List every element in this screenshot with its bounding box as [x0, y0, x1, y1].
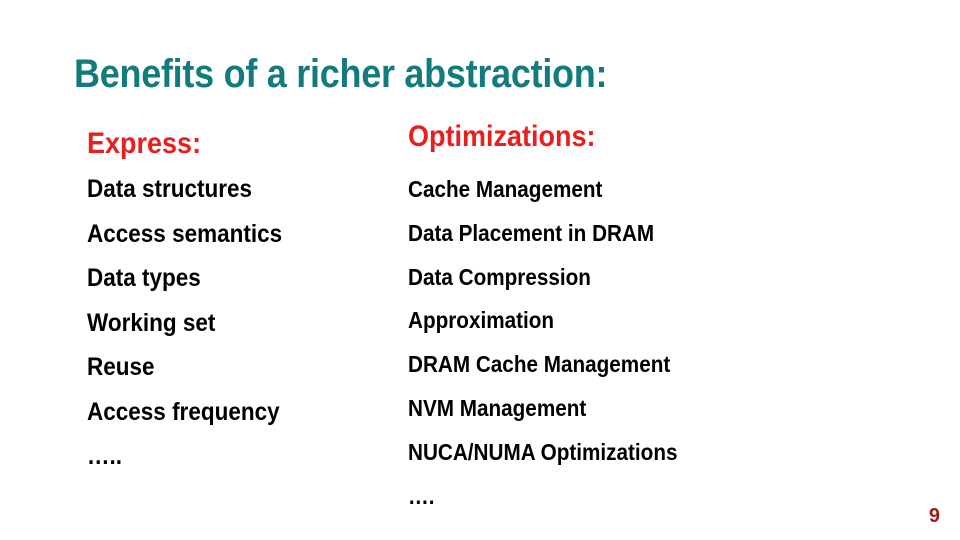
optimizations-item: Approximation [408, 307, 555, 334]
optimizations-item: Data Compression [408, 263, 591, 290]
optimizations-item: NVM Management [408, 394, 587, 421]
express-list: Data structures Access semantics Data ty… [87, 173, 304, 485]
page-number: 9 [928, 505, 940, 527]
optimizations-list: Cache Management Data Placement in DRAM … [408, 174, 707, 524]
optimizations-item: DRAM Cache Management [408, 351, 671, 378]
express-item: Reuse [87, 353, 155, 381]
optimizations-item: NUCA/NUMA Optimizations [408, 438, 678, 465]
express-item: Access semantics [87, 219, 283, 248]
express-item-ellipsis: ….. [87, 442, 123, 470]
express-item: Data types [87, 264, 201, 292]
optimizations-heading: Optimizations: [408, 120, 596, 153]
express-item: Data structures [87, 175, 253, 203]
express-item: Working set [87, 308, 216, 337]
slide: Benefits of a richer abstraction: Expres… [0, 0, 960, 540]
optimizations-item: Data Placement in DRAM [408, 219, 655, 246]
slide-title: Benefits of a richer abstraction: [74, 52, 608, 96]
optimizations-item: Cache Management [408, 176, 603, 202]
express-heading: Express: [87, 127, 202, 160]
optimizations-item-ellipsis: …. [408, 482, 435, 509]
express-item: Access frequency [87, 397, 280, 426]
